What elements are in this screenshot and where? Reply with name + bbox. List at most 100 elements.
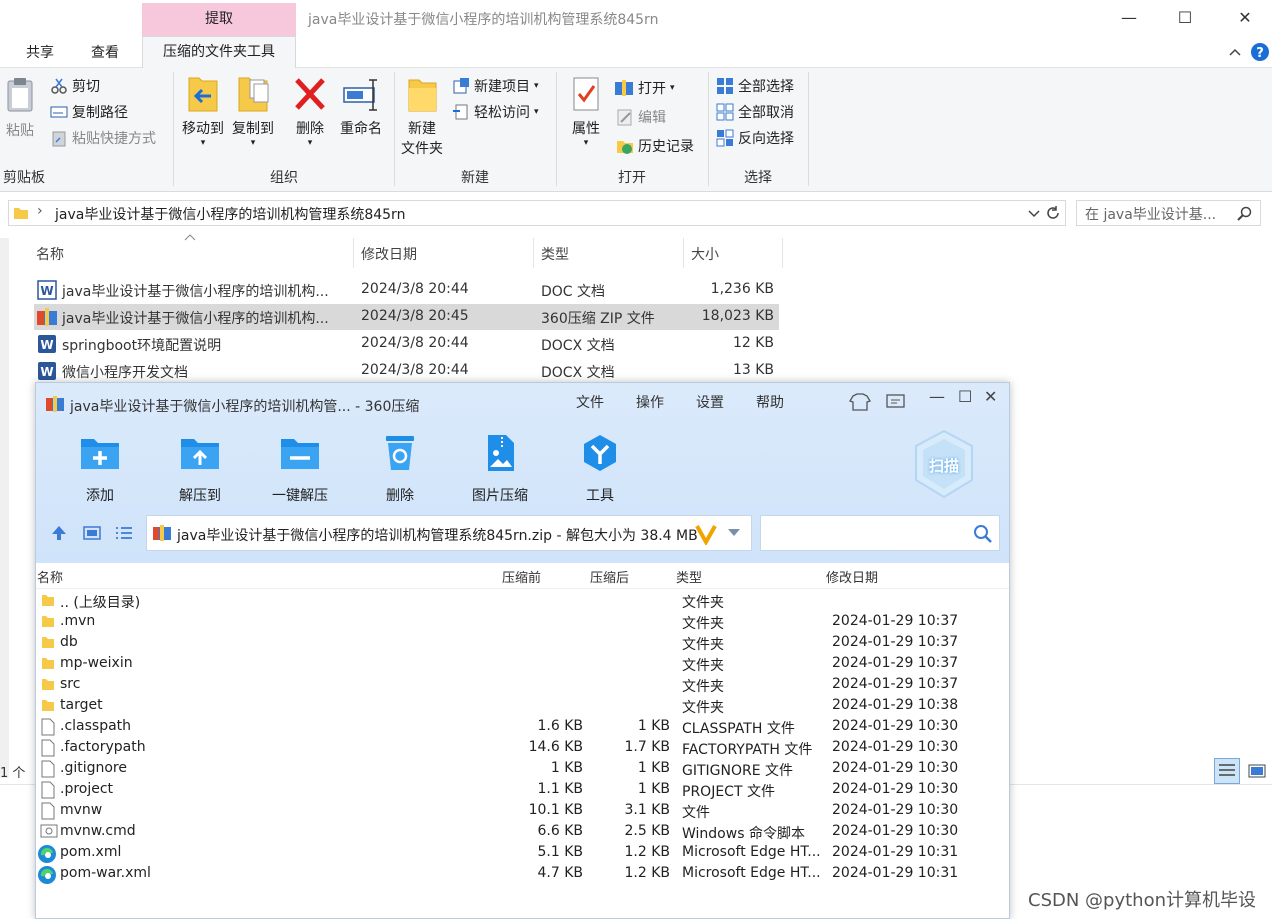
breadcrumb[interactable]: java毕业设计基于微信小程序的培训机构管理系统845rn <box>55 204 405 224</box>
image-compress-button[interactable]: 图片压缩 <box>460 433 540 505</box>
copy-path-icon <box>50 106 68 118</box>
scan-button[interactable]: 扫描 <box>912 427 976 501</box>
zip-row[interactable]: src 文件夹 2024-01-29 10:37 <box>36 675 1009 696</box>
extract-to-button[interactable]: 解压到 <box>160 433 240 505</box>
zip-maximize-button[interactable]: ☐ <box>958 387 972 406</box>
file-row[interactable]: W java毕业设计基于微信小程序的培训机构... 2024/3/8 20:44… <box>34 277 779 303</box>
zip-row[interactable]: .. (上级目录) 文件夹 <box>36 591 1009 612</box>
details-view-icon[interactable] <box>1214 758 1240 784</box>
feedback-icon[interactable] <box>885 392 907 412</box>
large-icons-view-icon[interactable] <box>1244 758 1270 784</box>
refresh-icon[interactable] <box>1045 205 1061 221</box>
zip-close-button[interactable]: ✕ <box>984 387 997 406</box>
menu-operation[interactable]: 操作 <box>636 392 664 412</box>
zip-row[interactable]: pom.xml 5.1 KB 1.2 KB Microsoft Edge HT... 2… <box>36 843 1009 864</box>
help-icon[interactable]: ? <box>1250 42 1270 62</box>
select-all-button[interactable]: 全部选择 <box>716 76 794 96</box>
copy-path-button[interactable]: 复制路径 <box>50 102 128 122</box>
clipboard-group-label: 剪贴板 <box>3 170 45 186</box>
easy-access-icon <box>453 104 468 120</box>
file-icon <box>41 781 55 799</box>
address-bar[interactable]: › java毕业设计基于微信小程序的培训机构管理系统845rn <box>8 200 1066 226</box>
chevron-up-icon[interactable] <box>1228 45 1242 59</box>
zip-row[interactable]: mvnw 10.1 KB 3.1 KB 文件 2024-01-29 10:30 <box>36 801 1009 822</box>
invert-selection-button[interactable]: 反向选择 <box>716 128 794 148</box>
column-header-name[interactable]: 名称 <box>36 244 64 264</box>
zip-col-after[interactable]: 压缩后 <box>590 567 629 586</box>
zip-row[interactable]: .project 1.1 KB 1 KB PROJECT 文件 2024-01-29 1… <box>36 780 1009 801</box>
file-row-selected[interactable]: java毕业设计基于微信小程序的培训机构... 2024/3/8 20:45 3… <box>34 304 779 330</box>
column-header-type[interactable]: 类型 <box>541 244 569 264</box>
add-button[interactable]: 添加 <box>60 433 140 505</box>
zip-row[interactable]: db 文件夹 2024-01-29 10:37 <box>36 633 1009 654</box>
skin-shirt-icon[interactable] <box>849 392 871 412</box>
zip-col-type[interactable]: 类型 <box>676 567 702 586</box>
paste-button[interactable]: 粘贴 <box>2 76 38 140</box>
up-arrow-icon[interactable] <box>50 524 68 542</box>
breadcrumb-separator-icon: › <box>37 203 43 219</box>
file-row[interactable]: W 微信小程序开发文档 2024/3/8 20:44 DOCX 文档 13 KB <box>34 358 779 384</box>
properties-icon <box>573 77 599 111</box>
file-icon <box>41 739 55 757</box>
copy-to-button[interactable]: 复制到 ▾ <box>229 74 277 148</box>
zip-row[interactable]: .classpath 1.6 KB 1 KB CLASSPATH 文件 2024-01-… <box>36 717 1009 738</box>
zip-col-date[interactable]: 修改日期 <box>826 567 878 586</box>
folder-icon <box>42 616 54 627</box>
list-view-icon[interactable] <box>114 524 134 542</box>
thumbnail-view-icon[interactable] <box>82 524 102 542</box>
svg-text:W: W <box>40 284 53 298</box>
zip-row[interactable]: .factorypath 14.6 KB 1.7 KB FACTORYPATH 文件 2… <box>36 738 1009 759</box>
edit-button[interactable]: 编辑 <box>616 107 666 127</box>
edit-icon <box>617 109 632 126</box>
chevron-down-icon[interactable] <box>1027 207 1041 221</box>
minimize-button[interactable]: — <box>1106 4 1152 32</box>
paste-shortcut-button[interactable]: 粘贴快捷方式 <box>50 128 156 148</box>
properties-button[interactable]: 属性 ▾ <box>566 74 606 148</box>
tab-view[interactable]: 查看 <box>91 42 119 62</box>
file-icon <box>41 718 55 736</box>
file-row[interactable]: W springboot环境配置说明 2024/3/8 20:44 DOCX 文… <box>34 331 779 357</box>
menu-help[interactable]: 帮助 <box>756 392 784 412</box>
new-folder-button[interactable]: 新建 文件夹 <box>398 74 446 158</box>
close-button[interactable]: ✕ <box>1222 4 1268 32</box>
zip-col-name[interactable]: 名称 <box>37 567 63 586</box>
move-to-button[interactable]: 移动到 ▾ <box>179 74 227 148</box>
select-group-label: 选择 <box>744 170 772 186</box>
history-button[interactable]: 历史记录 <box>616 136 694 156</box>
rename-button[interactable]: 重命名 <box>336 74 386 138</box>
zip-row[interactable]: .gitignore 1 KB 1 KB GITIGNORE 文件 2024-01-29… <box>36 759 1009 780</box>
tab-compressed-folder-tools[interactable]: 压缩的文件夹工具 <box>142 36 296 68</box>
zip-delete-button[interactable]: 删除 <box>360 433 440 505</box>
zip-path-text: java毕业设计基于微信小程序的培训机构管理系统845rn.zip - 解包大小… <box>177 528 698 544</box>
zip-row[interactable]: mvnw.cmd 6.6 KB 2.5 KB Windows 命令脚本 2024-01-… <box>36 822 1009 843</box>
open-button[interactable]: 打开 ▾ <box>614 78 675 98</box>
zip-row[interactable]: .mvn 文件夹 2024-01-29 10:37 <box>36 612 1009 633</box>
zip-path-bar[interactable]: java毕业设计基于微信小程序的培训机构管理系统845rn.zip - 解包大小… <box>146 515 752 551</box>
column-header-date[interactable]: 修改日期 <box>361 244 417 264</box>
cut-button[interactable]: 剪切 <box>50 76 100 96</box>
delete-button[interactable]: 删除 ▾ <box>290 74 330 148</box>
zip-window-title: java毕业设计基于微信小程序的培训机构管... - 360压缩 <box>70 399 420 415</box>
tab-share[interactable]: 共享 <box>26 42 54 62</box>
zip-minimize-button[interactable]: — <box>929 387 945 406</box>
zip-row[interactable]: target 文件夹 2024-01-29 10:38 <box>36 696 1009 717</box>
history-icon <box>617 141 633 154</box>
zip-col-before[interactable]: 压缩前 <box>502 567 541 586</box>
one-click-extract-button[interactable]: 一键解压 <box>260 433 340 505</box>
easy-access-button[interactable]: 轻松访问 ▾ <box>452 102 539 122</box>
new-item-button[interactable]: 新建项目 ▾ <box>452 76 539 96</box>
tab-extract[interactable]: 提取 <box>142 3 296 36</box>
view-toggle <box>1214 758 1270 784</box>
maximize-button[interactable]: ☐ <box>1162 4 1208 32</box>
column-header-size[interactable]: 大小 <box>691 244 719 264</box>
menu-settings[interactable]: 设置 <box>696 392 724 412</box>
zip-search-input[interactable] <box>760 515 1000 551</box>
tools-button[interactable]: 工具 <box>560 433 640 505</box>
zip-archive-icon <box>37 308 57 326</box>
chevron-down-icon[interactable] <box>727 528 741 538</box>
zip-row[interactable]: pom-war.xml 4.7 KB 1.2 KB Microsoft Edge HT… <box>36 864 1009 885</box>
menu-file[interactable]: 文件 <box>576 392 604 412</box>
select-none-button[interactable]: 全部取消 <box>716 102 794 122</box>
zip-row[interactable]: mp-weixin 文件夹 2024-01-29 10:37 <box>36 654 1009 675</box>
search-input[interactable]: 在 java毕业设计基... <box>1076 200 1261 226</box>
